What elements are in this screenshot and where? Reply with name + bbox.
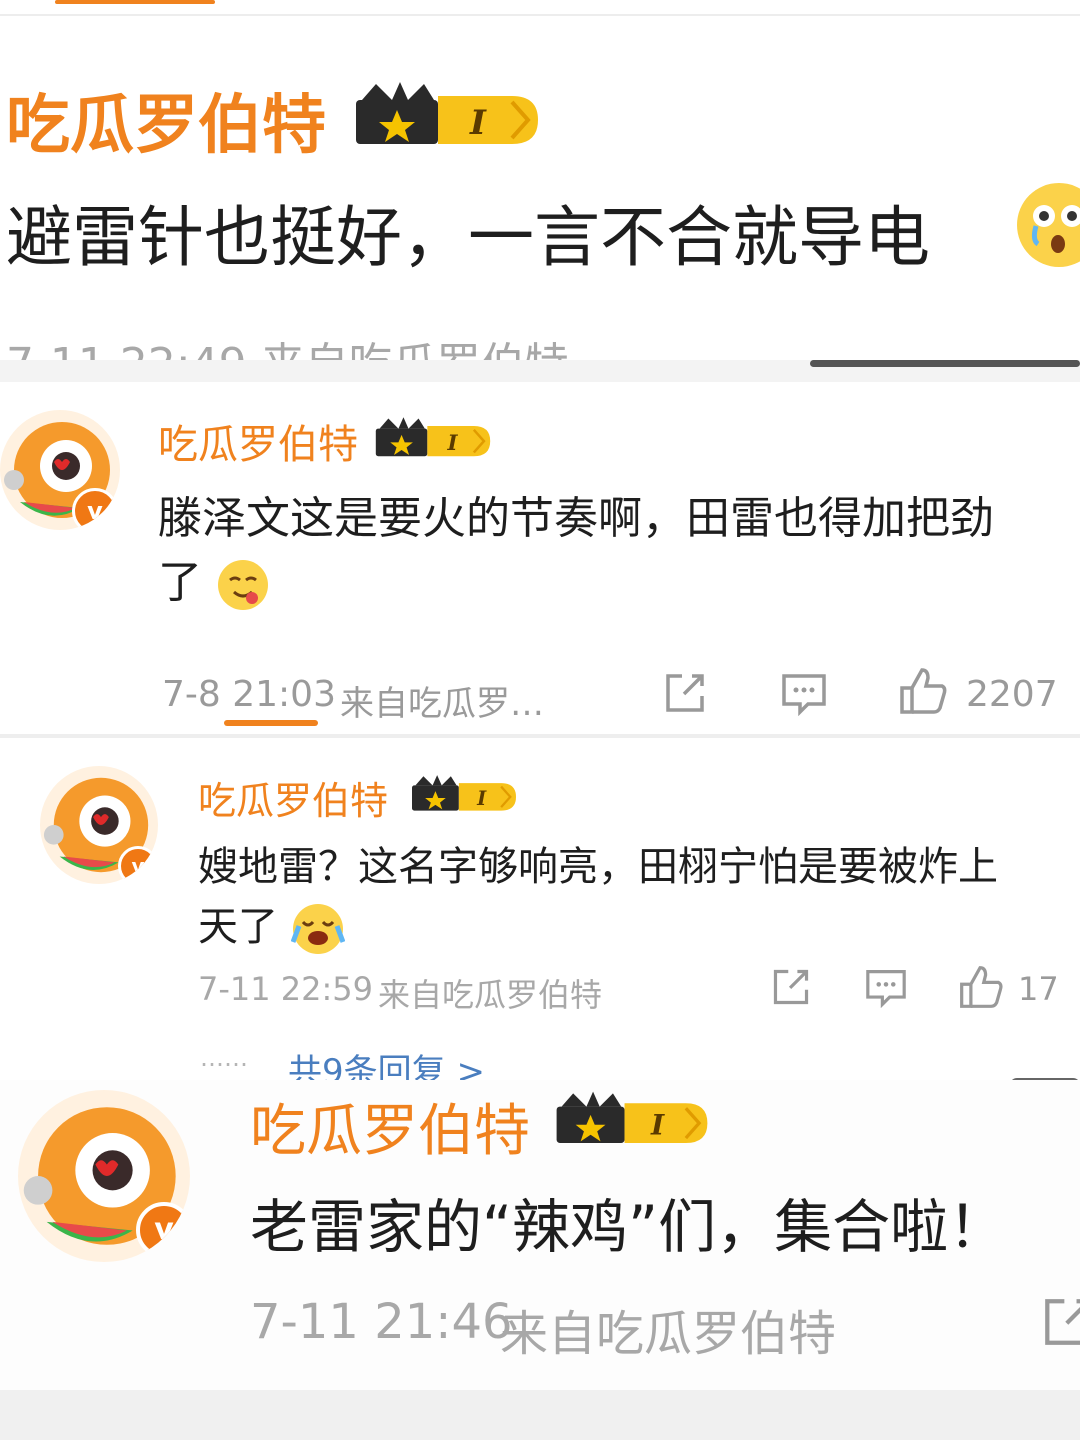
bottom-gray-bar: [0, 1390, 1080, 1440]
comment-text-end: 了: [158, 557, 202, 608]
drooling-emoji-icon: [218, 560, 268, 610]
like-count: 2207: [966, 674, 1058, 715]
reply-text-line1: 嫂地雷？这名字够响亮，田栩宁怕是要被炸上: [198, 844, 998, 890]
verified-badge: v: [118, 846, 158, 884]
comment-panel-2: v 吃瓜罗伯特 I 老雷家的“辣鸡”们，集合啦！ 7-11 21:46 来自吃瓜…: [0, 1080, 1080, 1390]
post-username[interactable]: 吃瓜罗伯特: [6, 74, 326, 166]
reply-timestamp: 7-11 22:59: [198, 970, 374, 1008]
reply-source: 来自吃瓜罗伯特: [378, 976, 603, 1014]
share-icon[interactable]: [770, 966, 812, 1008]
top-divider: [0, 14, 1080, 16]
like-icon[interactable]: [958, 964, 1004, 1010]
comment-icon[interactable]: [780, 672, 828, 716]
like-icon[interactable]: [898, 666, 948, 716]
level-text: I: [446, 431, 458, 456]
comment-timestamp: 7-8 21:03: [162, 674, 336, 715]
avatar[interactable]: v: [18, 1090, 190, 1262]
post-text: 避雷针也挺好，一言不合就导电: [6, 184, 930, 280]
comment-text-line2: 了: [158, 546, 270, 612]
crown-level-badge-icon: I: [375, 417, 491, 457]
post-meta-clipped: 7-11 22:49 来自吃瓜罗伯特: [6, 328, 569, 360]
post-text-content: 避雷针也挺好，一言不合就导电: [6, 199, 930, 276]
like-count: 17: [1018, 970, 1059, 1008]
level-text: I: [469, 103, 487, 143]
post-panel: 吃瓜罗伯特 I 避雷针也挺好，一言不合就导电 7-11 22:49 来自吃瓜罗伯…: [0, 0, 1080, 360]
comment-username[interactable]: 吃瓜罗伯特: [250, 1086, 530, 1167]
reply-text-line2: 天了: [198, 894, 345, 956]
scroll-thumb-1: [810, 360, 1080, 367]
level-text: I: [476, 787, 487, 810]
share-icon[interactable]: [1040, 1294, 1080, 1350]
crown-level-badge-icon: I: [412, 775, 516, 811]
top-tab-indicator: [55, 0, 215, 4]
reply-panel: v 吃瓜罗伯特 I 嫂地雷？这名字够响亮，田栩宁怕是要被炸上 天了 7-11 2…: [0, 738, 1080, 1080]
crown-level-badge-icon: I: [556, 1091, 708, 1144]
share-icon[interactable]: [662, 670, 708, 716]
avatar[interactable]: v: [0, 410, 120, 530]
comment-timestamp: 7-11 21:46: [250, 1294, 513, 1350]
verified-badge: v: [136, 1202, 190, 1258]
comment-source: 来自吃瓜罗…: [340, 684, 544, 724]
more-replies-link[interactable]: 共9条回复 >: [288, 1044, 485, 1080]
reply-text-end: 天了: [198, 904, 278, 950]
laugh-cry-emoji-icon: [290, 904, 345, 954]
comment-username[interactable]: 吃瓜罗伯特: [158, 412, 358, 470]
crown-level-badge-icon: I: [356, 82, 538, 144]
comment-text: 老雷家的“辣鸡”们，集合啦！: [250, 1193, 1007, 1261]
level-text: I: [650, 1109, 665, 1142]
more-dots: ……: [200, 1044, 248, 1072]
avatar[interactable]: v: [40, 766, 158, 884]
reply-username[interactable]: 吃瓜罗伯特: [198, 770, 388, 825]
verified-badge: v: [72, 488, 118, 530]
comment-source: 来自吃瓜罗伯特: [500, 1306, 837, 1362]
comment-panel: v 吃瓜罗伯特 I 滕泽文这是要火的节奏啊，田雷也得加把劲 了 7-8 21:0…: [0, 382, 1080, 734]
time-underline: [224, 720, 318, 726]
comment-icon[interactable]: [864, 968, 908, 1008]
surprised-crying-emoji-icon: [1017, 183, 1080, 267]
comment-text-line1: 滕泽文这是要火的节奏啊，田雷也得加把劲: [158, 493, 994, 544]
